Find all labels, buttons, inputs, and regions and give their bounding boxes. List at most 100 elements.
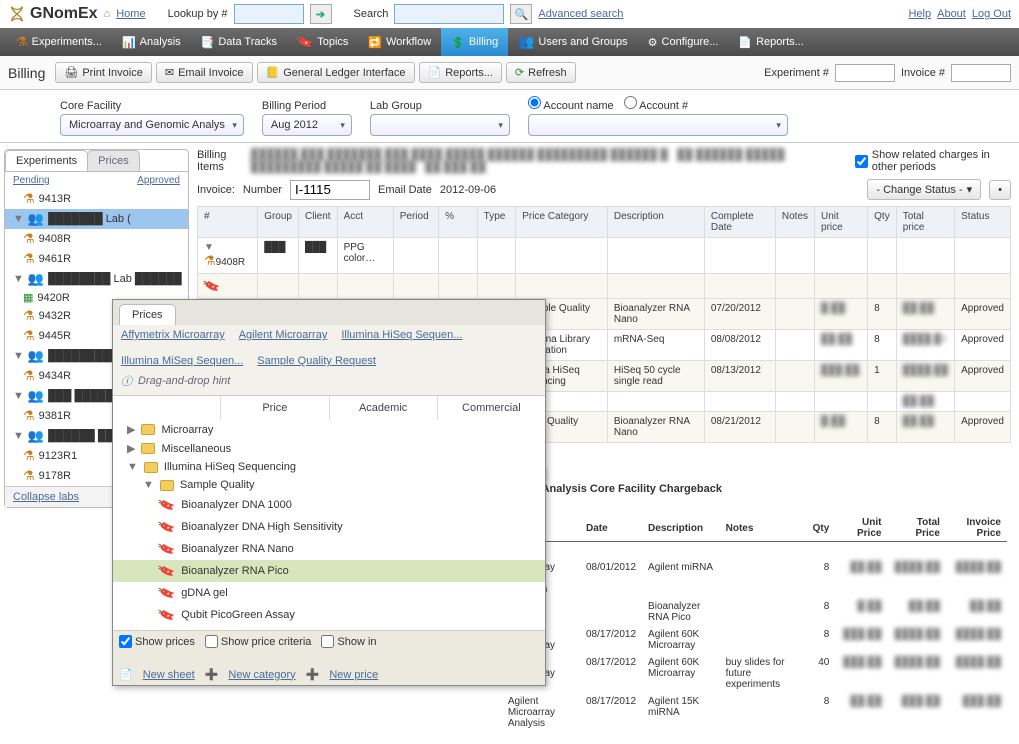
nav-users-groups[interactable]: 👥Users and Groups [508, 28, 637, 56]
nav-configure[interactable]: ⚙Configure... [638, 28, 729, 56]
invoice-num-input[interactable] [951, 64, 1011, 82]
price-item[interactable]: 🔖Bioanalyzer DNA High Sensitivity [113, 516, 545, 538]
node-label: ██████ ███ [48, 430, 121, 442]
nav-billing[interactable]: 💲Billing [441, 28, 508, 56]
change-status-select[interactable]: - Change Status - ▾ [867, 179, 981, 200]
nav-reports[interactable]: 📄Reports... [728, 28, 813, 56]
search-input[interactable] [394, 4, 504, 24]
logout-link[interactable]: Log Out [972, 8, 1011, 20]
price-sheet-link[interactable]: Agilent Microarray [239, 329, 328, 341]
node-label: 9445R [39, 330, 71, 342]
new-price-link[interactable]: New price [329, 669, 378, 681]
price-item[interactable]: 🔖Bioanalyzer RNA Pico [113, 560, 545, 582]
experiment-num-input[interactable] [835, 64, 895, 82]
price-item[interactable]: 🔖gDNA gel [113, 582, 545, 604]
home-link[interactable]: Home [116, 8, 145, 20]
node-label: 9461R [39, 253, 71, 265]
node-label: Bioanalyzer RNA Nano [181, 543, 294, 555]
lookup-go-button[interactable]: ➔ [310, 4, 332, 24]
request-node[interactable]: ⚗9413R [5, 189, 188, 209]
account-num-radio[interactable]: Account # [624, 96, 688, 112]
pending-link[interactable]: Pending [13, 175, 50, 186]
show-in-checkbox[interactable]: Show in [321, 635, 376, 648]
core-facility-select[interactable]: Microarray and Genomic Analys [60, 114, 244, 136]
show-criteria-checkbox[interactable]: Show price criteria [205, 635, 311, 648]
chevron-down-icon: ▼ [13, 430, 24, 442]
tab-prices[interactable]: Prices [87, 150, 140, 171]
lab-group-select[interactable] [370, 114, 510, 136]
request-node[interactable]: ⚗9408R [5, 229, 188, 249]
tag-icon: 🔖 [157, 605, 178, 626]
mail-icon: ✉ [165, 66, 174, 79]
node-label: Miscellaneous [161, 443, 231, 455]
lookup-input[interactable] [234, 4, 304, 24]
nav-topics[interactable]: 🔖Topics [287, 28, 358, 56]
price-sheet-link[interactable]: Sample Quality Request [257, 355, 376, 367]
about-link[interactable]: About [937, 8, 966, 20]
prices-tab[interactable]: Prices [119, 304, 176, 325]
people-icon: 👥 [518, 34, 534, 50]
price-tree[interactable]: ▶ Microarray ▶Miscellaneous▼Illumina HiSeq… [113, 420, 545, 630]
lab-node[interactable]: ▼👥███████ Lab ( [5, 209, 188, 229]
node-label: Microarray [161, 424, 213, 436]
price-sheet-link[interactable]: Affymetrix Microarray [121, 329, 225, 341]
new-sheet-link[interactable]: New sheet [143, 669, 195, 681]
help-link[interactable]: Help [908, 8, 931, 20]
home-icon[interactable]: ⌂ [104, 8, 111, 20]
main-nav: ⚗Experiments... 📊Analysis 📑Data Tracks 🔖… [0, 28, 1019, 56]
invoice-number-input[interactable] [290, 180, 370, 200]
node-label: Qubit PicoGreen Assay [181, 609, 295, 621]
price-sheet-link[interactable]: Illumina HiSeq Sequen... [341, 329, 462, 341]
reports-button[interactable]: 📄Reports... [419, 62, 502, 83]
new-price-icon: ➕ [306, 668, 320, 681]
dna-icon [8, 5, 26, 23]
price-sheet-link[interactable]: Illumina MiSeq Sequen... [121, 355, 243, 367]
folder-icon [141, 443, 155, 454]
new-category-link[interactable]: New category [228, 669, 295, 681]
table-row[interactable]: ▼ ⚗9408R██████PPG color… [198, 238, 1011, 274]
price-item[interactable]: 🔖Bioanalyzer RNA Nano [113, 538, 545, 560]
nav-analysis[interactable]: 📊Analysis [112, 28, 191, 56]
tag-icon: 🔖 [157, 495, 178, 516]
advanced-search-link[interactable]: Advanced search [538, 8, 623, 20]
node-label: 9381R [39, 410, 71, 422]
expand-icon: ▶ [127, 423, 135, 436]
price-item[interactable]: 🔖Bioanalyzer DNA 1000 [113, 494, 545, 516]
flask-icon: ⚗ [23, 191, 35, 207]
change-status-apply[interactable]: • [989, 180, 1011, 200]
price-category[interactable]: ▼Illumina HiSeq Sequencing [113, 458, 545, 476]
people-icon: 👥 [28, 428, 44, 444]
general-ledger-button[interactable]: 📒General Ledger Interface [257, 62, 415, 83]
node-label: 9123R1 [39, 450, 78, 462]
nav-workflow[interactable]: 🔁Workflow [358, 28, 441, 56]
nav-experiments[interactable]: ⚗Experiments... [6, 28, 112, 56]
chevron-down-icon: ▼ [13, 273, 24, 285]
node-label: 9178R [39, 470, 71, 482]
new-sheet-icon: 📄 [119, 668, 133, 681]
price-item[interactable]: 🔖Qubit PicoGreen Assay [113, 604, 545, 626]
approved-link[interactable]: Approved [137, 175, 180, 186]
email-invoice-button[interactable]: ✉Email Invoice [156, 62, 253, 83]
search-button[interactable]: 🔍 [510, 4, 532, 24]
billing-period-select[interactable]: Aug 2012 [262, 114, 352, 136]
refresh-button[interactable]: ⟳Refresh [506, 62, 576, 83]
account-name-radio[interactable]: Account name [528, 96, 614, 112]
request-node[interactable]: ⚗9461R [5, 249, 188, 269]
print-invoice-button[interactable]: 🖨Print Invoice [55, 62, 152, 83]
nav-datatracks[interactable]: 📑Data Tracks [191, 28, 287, 56]
info-icon: ⓘ [121, 373, 132, 389]
account-select[interactable] [528, 114, 788, 136]
tab-experiments[interactable]: Experiments [5, 150, 88, 171]
ledger-icon: 📒 [266, 66, 280, 79]
price-category[interactable]: ▶Miscellaneous [113, 439, 545, 458]
chart-icon: 📊 [122, 36, 136, 49]
collapse-labs-link[interactable]: Collapse labs [13, 491, 79, 503]
expand-icon: ▼ [143, 479, 154, 491]
related-charges-checkbox[interactable] [855, 155, 868, 168]
price-category[interactable]: ▼Sample Quality [113, 476, 545, 494]
price-category[interactable]: ▶ Microarray [113, 420, 545, 439]
printer-icon: 🖨 [64, 66, 78, 79]
show-prices-checkbox[interactable]: Show prices [119, 635, 195, 648]
lab-node[interactable]: ▼👥████████ Lab ██████ [5, 269, 188, 289]
table-row[interactable]: 🔖 [198, 274, 1011, 299]
